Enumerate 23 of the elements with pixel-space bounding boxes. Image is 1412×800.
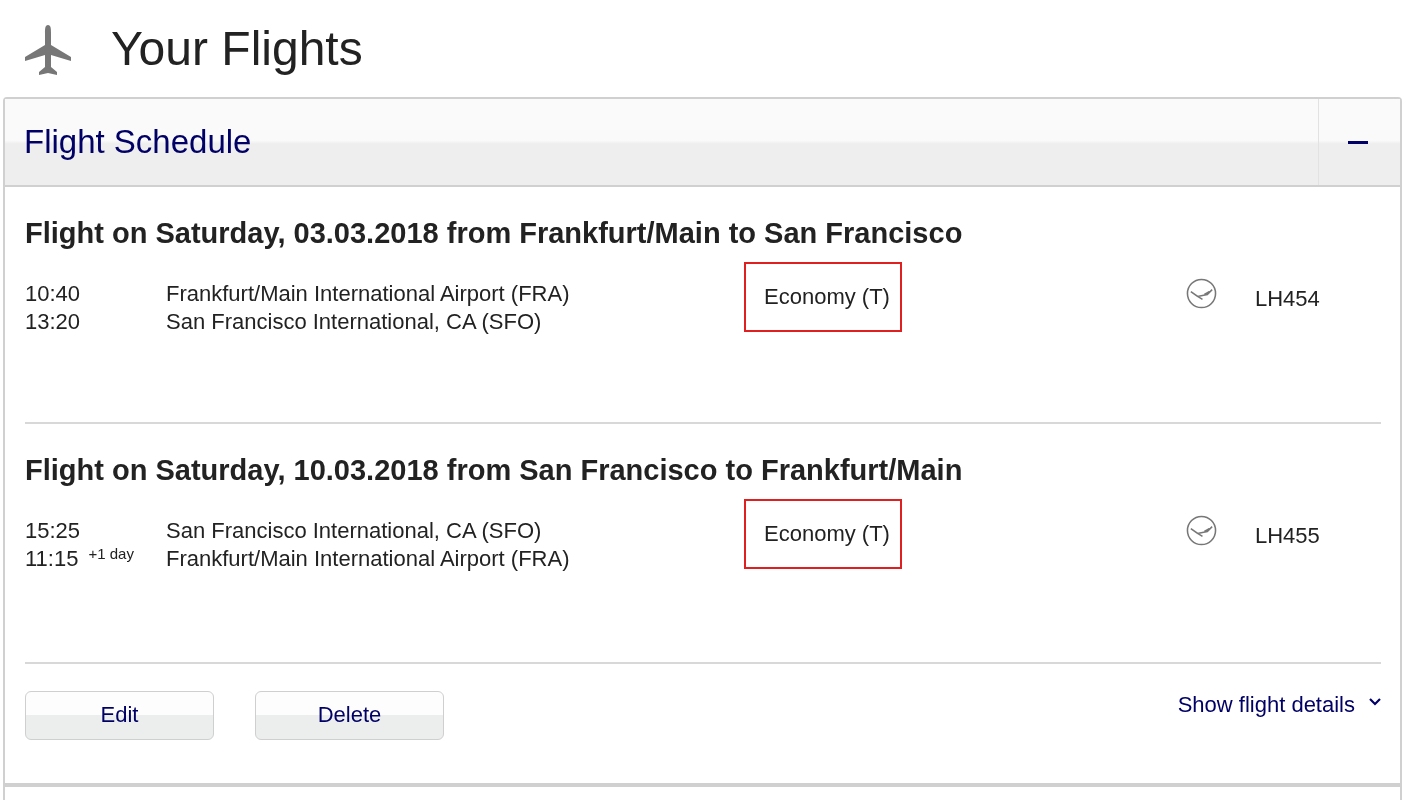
flight-number: LH454 bbox=[1255, 286, 1320, 312]
departure-airport: Frankfurt/Main International Airport (FRA) bbox=[166, 281, 570, 306]
flight-number: LH455 bbox=[1255, 523, 1320, 549]
edit-button[interactable]: Edit bbox=[25, 690, 214, 740]
flight-heading: Flight on Saturday, 10.03.2018 from San Francisco to Frankfurt/Main bbox=[25, 453, 964, 488]
departure-airport: San Francisco International, CA (SFO) bbox=[166, 518, 542, 543]
arrival-airport: San Francisco International, CA (SFO) bbox=[166, 309, 542, 334]
show-details-link[interactable]: Show flight details bbox=[1177, 692, 1381, 718]
crane-logo-icon bbox=[1186, 278, 1217, 309]
arrival-airport: Frankfurt/Main International Airport (FRA) bbox=[166, 546, 570, 571]
crane-logo-icon bbox=[1186, 515, 1217, 546]
panel-title: Flight Schedule bbox=[23, 123, 252, 161]
arrival-time: 11:15 bbox=[25, 546, 79, 571]
arrival-time: 13:20 bbox=[25, 309, 81, 334]
departure-time: 10:40 bbox=[25, 281, 81, 306]
day-offset: +1 day bbox=[88, 545, 134, 562]
cabin-class: Economy (T) bbox=[744, 262, 902, 332]
delete-button[interactable]: Delete bbox=[255, 690, 444, 740]
cabin-class: Economy (T) bbox=[744, 499, 902, 569]
flight-heading: Flight on Saturday, 03.03.2018 from Frankfurt/Main to San Francisco bbox=[25, 216, 964, 251]
chevron-down-icon bbox=[1369, 698, 1381, 706]
departure-time: 15:25 bbox=[25, 518, 81, 543]
page-title: Your Flights bbox=[111, 21, 363, 76]
